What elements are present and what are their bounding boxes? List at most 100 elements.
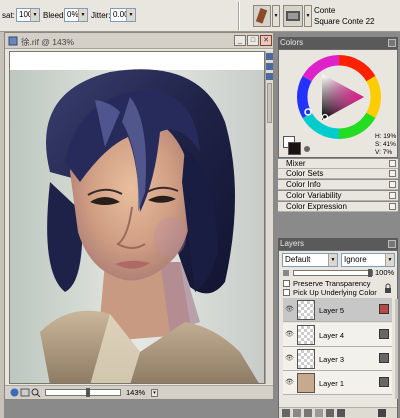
layer-options-icon[interactable]	[337, 409, 345, 417]
brush-category-button[interactable]	[253, 5, 271, 27]
new-group-icon[interactable]	[315, 409, 323, 417]
close-icon[interactable]	[389, 170, 396, 177]
layer-row[interactable]: 👁 Layer 4	[283, 323, 392, 347]
layers-toolbar	[279, 407, 397, 418]
eye-icon[interactable]: 👁	[285, 305, 294, 314]
eye-icon[interactable]: 👁	[285, 354, 294, 363]
composite-depth-select[interactable]: Ignore ▼	[341, 253, 395, 267]
layer-thumbnail	[297, 300, 315, 320]
portrait-painting	[10, 52, 264, 383]
new-layer-mask-icon[interactable]	[304, 409, 312, 417]
grabber-hand-icon[interactable]	[20, 388, 30, 397]
vertical-scrollbar[interactable]	[265, 51, 273, 384]
chevron-down-icon: ▼	[385, 254, 394, 266]
close-icon[interactable]	[389, 181, 396, 188]
jitter-combo[interactable]: 0.00 ▼	[110, 8, 136, 22]
value-readout: V: 7%	[375, 149, 393, 156]
color-variability-panel-label: Color Variability	[286, 191, 342, 200]
clone-color-icon[interactable]	[303, 145, 311, 153]
scroll-thumb[interactable]	[267, 83, 272, 123]
close-icon[interactable]	[388, 39, 396, 47]
colors-panel-header[interactable]: Colors	[278, 37, 398, 49]
layers-panel-title: Layers	[280, 239, 305, 248]
color-expression-panel-row[interactable]: Color Expression	[278, 202, 398, 212]
layer-name: Layer 5	[319, 306, 345, 315]
brush-category-name: Conte	[314, 6, 336, 15]
layers-scrollbar[interactable]	[395, 299, 398, 399]
dynamic-plugins-icon[interactable]	[293, 409, 301, 417]
layer-type-icon	[379, 329, 389, 339]
composite-depth-value: Ignore	[344, 255, 367, 264]
chevron-down-icon: ▼	[328, 254, 337, 266]
color-info-panel-label: Color Info	[286, 180, 321, 189]
document-title: 徐.rif @ 143%	[21, 37, 75, 47]
layer-type-icon	[379, 304, 389, 314]
property-bar: sat: 100% ▼ Bleed: 0% ▼ Jitter: 0.00 ▼ ▼…	[0, 0, 400, 32]
layer-row[interactable]: 👁 Layer 3	[283, 347, 392, 371]
canvas[interactable]	[9, 51, 265, 384]
minimize-button[interactable]: _	[234, 35, 246, 46]
document-window: 徐.rif @ 143% _ □ ✕ 143% ▾	[4, 32, 274, 400]
layer-row[interactable]: 👁 Layer 5	[283, 298, 392, 322]
composite-method-select[interactable]: Default ▼	[282, 253, 338, 267]
main-color-swatch[interactable]	[288, 142, 301, 155]
composite-method-value: Default	[285, 255, 311, 264]
layer-thumbnail	[297, 325, 315, 345]
tracing-icon[interactable]	[266, 73, 273, 80]
bleed-combo[interactable]: 0% ▼	[64, 8, 88, 22]
trash-icon[interactable]	[378, 409, 386, 417]
grid-icon[interactable]	[266, 63, 273, 70]
conte-brush-icon	[255, 8, 268, 24]
document-titlebar[interactable]: 徐.rif @ 143% _ □ ✕	[5, 33, 273, 49]
brush-category-dropdown[interactable]: ▼	[272, 5, 280, 27]
globe-icon[interactable]	[10, 388, 19, 397]
mixer-panel-label: Mixer	[286, 159, 306, 168]
eye-icon[interactable]: 👁	[285, 378, 294, 387]
color-wheel[interactable]	[293, 51, 385, 143]
brush-variant-button[interactable]	[283, 5, 303, 27]
layer-type-icon	[379, 353, 389, 363]
bleed-value: 0%	[67, 10, 79, 19]
brush-variant-dropdown[interactable]: ▼	[304, 5, 312, 27]
close-icon[interactable]	[389, 192, 396, 199]
layer-name: Layer 4	[319, 331, 345, 340]
zoom-readout: 143%	[126, 388, 146, 397]
layers-panel-header[interactable]: Layers	[278, 238, 398, 250]
colors-panel-title: Colors	[280, 38, 304, 47]
close-icon[interactable]	[389, 160, 396, 167]
close-icon[interactable]	[388, 240, 396, 248]
chevron-down-icon: ▼	[30, 9, 39, 21]
scroll-up-icon[interactable]	[266, 53, 273, 60]
layer-commands-icon[interactable]	[282, 409, 290, 417]
zoom-icon[interactable]	[31, 388, 41, 397]
chevron-down-icon: ▼	[78, 9, 87, 21]
opacity-combo[interactable]: 100% ▼	[16, 8, 40, 22]
color-info-panel-row[interactable]: Color Info	[278, 180, 398, 190]
opacity-label: sat:	[2, 11, 15, 20]
mixer-panel-row[interactable]: Mixer	[278, 159, 398, 169]
pick-up-color-checkbox[interactable]	[283, 289, 290, 296]
zoom-dropdown[interactable]: ▾	[151, 389, 158, 397]
close-button[interactable]: ✕	[260, 35, 272, 46]
layer-row[interactable]: 👁 Layer 1	[283, 371, 392, 395]
layer-name: Layer 3	[319, 355, 345, 364]
layer-opacity-slider[interactable]	[293, 269, 373, 277]
document-icon	[8, 36, 18, 46]
layer-opacity-thumb[interactable]	[368, 269, 372, 277]
new-layer-icon[interactable]	[326, 409, 334, 417]
eye-icon[interactable]: 👁	[285, 330, 294, 339]
lock-icon[interactable]	[383, 283, 393, 294]
close-icon[interactable]	[389, 203, 396, 210]
hue-readout: H: 19%	[375, 133, 397, 140]
layer-thumbnail	[297, 349, 315, 369]
zoom-slider[interactable]	[45, 388, 121, 397]
color-variability-panel-row[interactable]: Color Variability	[278, 191, 398, 201]
saturation-readout: S: 41%	[375, 141, 396, 148]
preserve-transparency-checkbox[interactable]	[283, 280, 290, 287]
saturation-value-triangle[interactable]	[322, 74, 364, 120]
color-sets-panel-row[interactable]: Color Sets	[278, 169, 398, 179]
document-statusbar: 143% ▾	[5, 385, 273, 399]
maximize-button[interactable]: □	[247, 35, 259, 46]
zoom-slider-thumb[interactable]	[86, 388, 90, 397]
separator	[238, 2, 240, 30]
